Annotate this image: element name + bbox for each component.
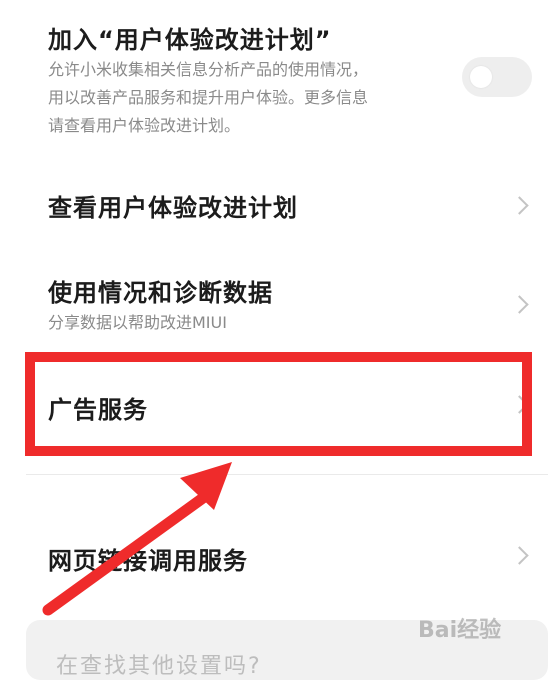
- annotation-arrow: [42, 462, 232, 616]
- other-settings-text: 在查找其他设置吗?: [56, 654, 262, 679]
- watermark-logo: Bai经验: [418, 618, 502, 643]
